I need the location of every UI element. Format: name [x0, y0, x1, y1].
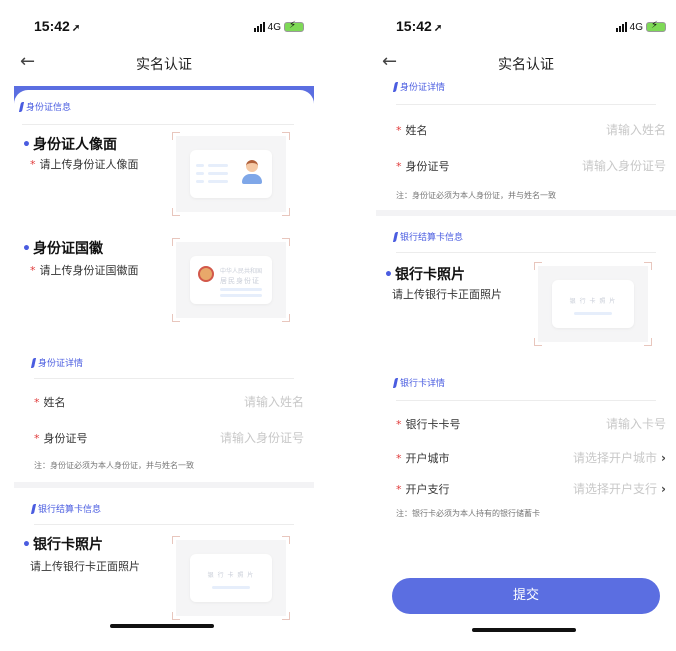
section-marker-icon [392, 81, 399, 92]
section-header-label: 身份证信息 [26, 103, 72, 113]
id-number-input[interactable]: 请输入身份证号 [506, 157, 666, 174]
id-back-title: • 身份证国徽 [22, 241, 103, 257]
id-note: 注：身份证必须为本人身份证，并与姓名一致 [396, 191, 556, 200]
id-front-title: • 身份证人像面 [22, 137, 117, 153]
location-arrow-icon: ➚ [71, 23, 81, 34]
section-marker-icon [30, 503, 37, 514]
section-header-label: 银行卡详情 [400, 379, 446, 389]
nav-bar: ← 实名认证 [14, 50, 314, 76]
home-indicator [472, 628, 576, 632]
status-time: 15:42 [396, 18, 432, 34]
network-type: 4G [267, 21, 281, 33]
section-header-id-detail: 身份证详情 [30, 356, 84, 369]
section-header-bank-info: 银行结算卡信息 [30, 502, 102, 515]
section-header-label: 身份证详情 [38, 359, 84, 369]
card-number-label: * 银行卡卡号 [396, 418, 461, 431]
id-number-label: * 身份证号 [34, 432, 88, 445]
network-type: 4G [629, 21, 643, 33]
location-arrow-icon: ➚ [433, 23, 443, 34]
portrait-icon [242, 160, 262, 184]
city-select[interactable]: 请选择开户城市 › [476, 449, 666, 466]
section-header-label: 银行结算卡信息 [38, 505, 102, 515]
section-header-label: 银行结算卡信息 [400, 233, 464, 243]
id-back-upload-slot[interactable]: 中华人民共和国 居民身份证 [172, 238, 290, 322]
battery-charging-icon [646, 20, 666, 32]
branch-select[interactable]: 请选择开户支行 › [476, 480, 666, 497]
page-title: 实名认证 [498, 57, 554, 73]
left-phone-screen: 15:42➚ 4G ← 实名认证 身份证信息 •身份证人像面 *请上传身份证人像… [14, 0, 314, 651]
branch-label: * 开户支行 [396, 483, 450, 496]
national-emblem-icon [198, 266, 214, 282]
page-title: 实名认证 [136, 57, 192, 73]
nav-bar: ← 实名认证 [376, 50, 676, 76]
chevron-right-icon: › [661, 482, 666, 496]
city-label: * 开户城市 [396, 452, 450, 465]
battery-charging-icon [284, 20, 304, 32]
id-note: 注：身份证必须为本人身份证，并与姓名一致 [34, 461, 194, 470]
section-marker-icon [18, 101, 25, 112]
card-number-input[interactable]: 请输入卡号 [526, 415, 666, 432]
signal-icon [615, 22, 627, 32]
bank-card-illustration: 银 行 卡 照 片 [552, 280, 634, 328]
id-number-input[interactable]: 请输入身份证号 [144, 429, 304, 446]
divider [396, 400, 656, 401]
divider [396, 252, 656, 253]
bank-photo-hint: 请上传银行卡正面照片 [392, 288, 502, 301]
section-header-id-detail: 身份证详情 [392, 80, 446, 93]
bank-photo-title: • 银行卡照片 [384, 267, 465, 283]
status-time: 15:42 [34, 18, 70, 34]
section-marker-icon [392, 231, 399, 242]
section-header-id-info: 身份证信息 [18, 100, 72, 113]
section-marker-icon [30, 357, 37, 368]
section-separator [376, 210, 676, 216]
bank-photo-hint: 请上传银行卡正面照片 [30, 560, 140, 573]
right-phone-screen: 15:42➚ 4G ← 实名认证 身份证详情 *姓名 请输入姓名 *身份证号 请… [376, 0, 676, 651]
status-bar: 15:42 ➚ 4G [34, 18, 304, 36]
status-bar: 15:42 ➚ 4G [396, 18, 666, 36]
bank-note: 注：银行卡必须为本人持有的银行储蓄卡 [396, 509, 540, 518]
form-card: 身份证信息 • 身份证人像面 * 请上传身份证人像面 • 身份证国徽 * 请上传身份证国… [14, 90, 314, 651]
bank-card-illustration: 银 行 卡 照 片 [190, 554, 272, 602]
bank-photo-upload-slot[interactable]: 银 行 卡 照 片 [172, 536, 290, 620]
id-front-hint: * 请上传身份证人像面 [30, 158, 139, 171]
divider [34, 524, 294, 525]
divider [396, 104, 656, 105]
bank-photo-title: • 银行卡照片 [22, 537, 103, 553]
home-indicator [110, 624, 214, 628]
id-number-label: * 身份证号 [396, 160, 450, 173]
section-marker-icon [392, 377, 399, 388]
signal-icon [253, 22, 265, 32]
divider [34, 378, 294, 379]
id-front-illustration [190, 150, 272, 198]
submit-button[interactable]: 提交 [392, 578, 660, 614]
section-header-bank-detail: 银行卡详情 [392, 376, 446, 389]
id-back-hint: * 请上传身份证国徽面 [30, 264, 139, 277]
id-back-illustration: 中华人民共和国 居民身份证 [190, 256, 272, 304]
name-label: * 姓名 [396, 124, 428, 137]
divider [22, 124, 294, 125]
chevron-right-icon: › [661, 451, 666, 465]
section-header-bank-info: 银行结算卡信息 [392, 230, 464, 243]
bank-photo-upload-slot[interactable]: 银 行 卡 照 片 [534, 262, 652, 346]
section-separator [14, 482, 314, 488]
id-front-upload-slot[interactable] [172, 132, 290, 216]
name-input[interactable]: 请输入姓名 [526, 121, 666, 138]
section-header-label: 身份证详情 [400, 83, 446, 93]
name-label: * 姓名 [34, 396, 66, 409]
name-input[interactable]: 请输入姓名 [164, 393, 304, 410]
